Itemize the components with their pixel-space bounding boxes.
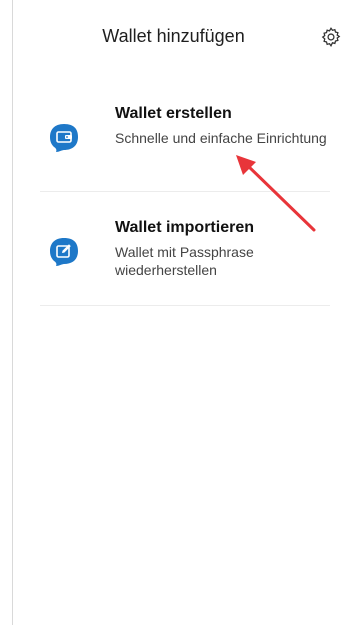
import-wallet-option[interactable]: Wallet importieren Wallet mit Passphrase… <box>40 214 330 306</box>
window-edge <box>12 0 13 625</box>
create-wallet-text: Wallet erstellen Schnelle und einfache E… <box>115 103 330 147</box>
import-wallet-title: Wallet importieren <box>115 219 254 236</box>
import-wallet-subtitle: Wallet mit Passphrase wiederherstellen <box>115 244 254 278</box>
gear-icon <box>321 27 341 47</box>
page-title: Wallet hinzufügen <box>102 26 245 46</box>
divider <box>40 191 330 192</box>
import-wallet-text: Wallet importieren Wallet mit Passphrase… <box>115 217 330 279</box>
create-wallet-title: Wallet erstellen <box>115 105 232 122</box>
edit-icon <box>48 236 80 268</box>
wallet-icon <box>48 122 80 154</box>
settings-button[interactable] <box>319 25 343 49</box>
divider <box>40 305 330 306</box>
create-wallet-subtitle: Schnelle und einfache Einrichtung <box>115 130 327 146</box>
create-wallet-option[interactable]: Wallet erstellen Schnelle und einfache E… <box>40 100 330 192</box>
header: Wallet hinzufügen <box>0 0 347 72</box>
